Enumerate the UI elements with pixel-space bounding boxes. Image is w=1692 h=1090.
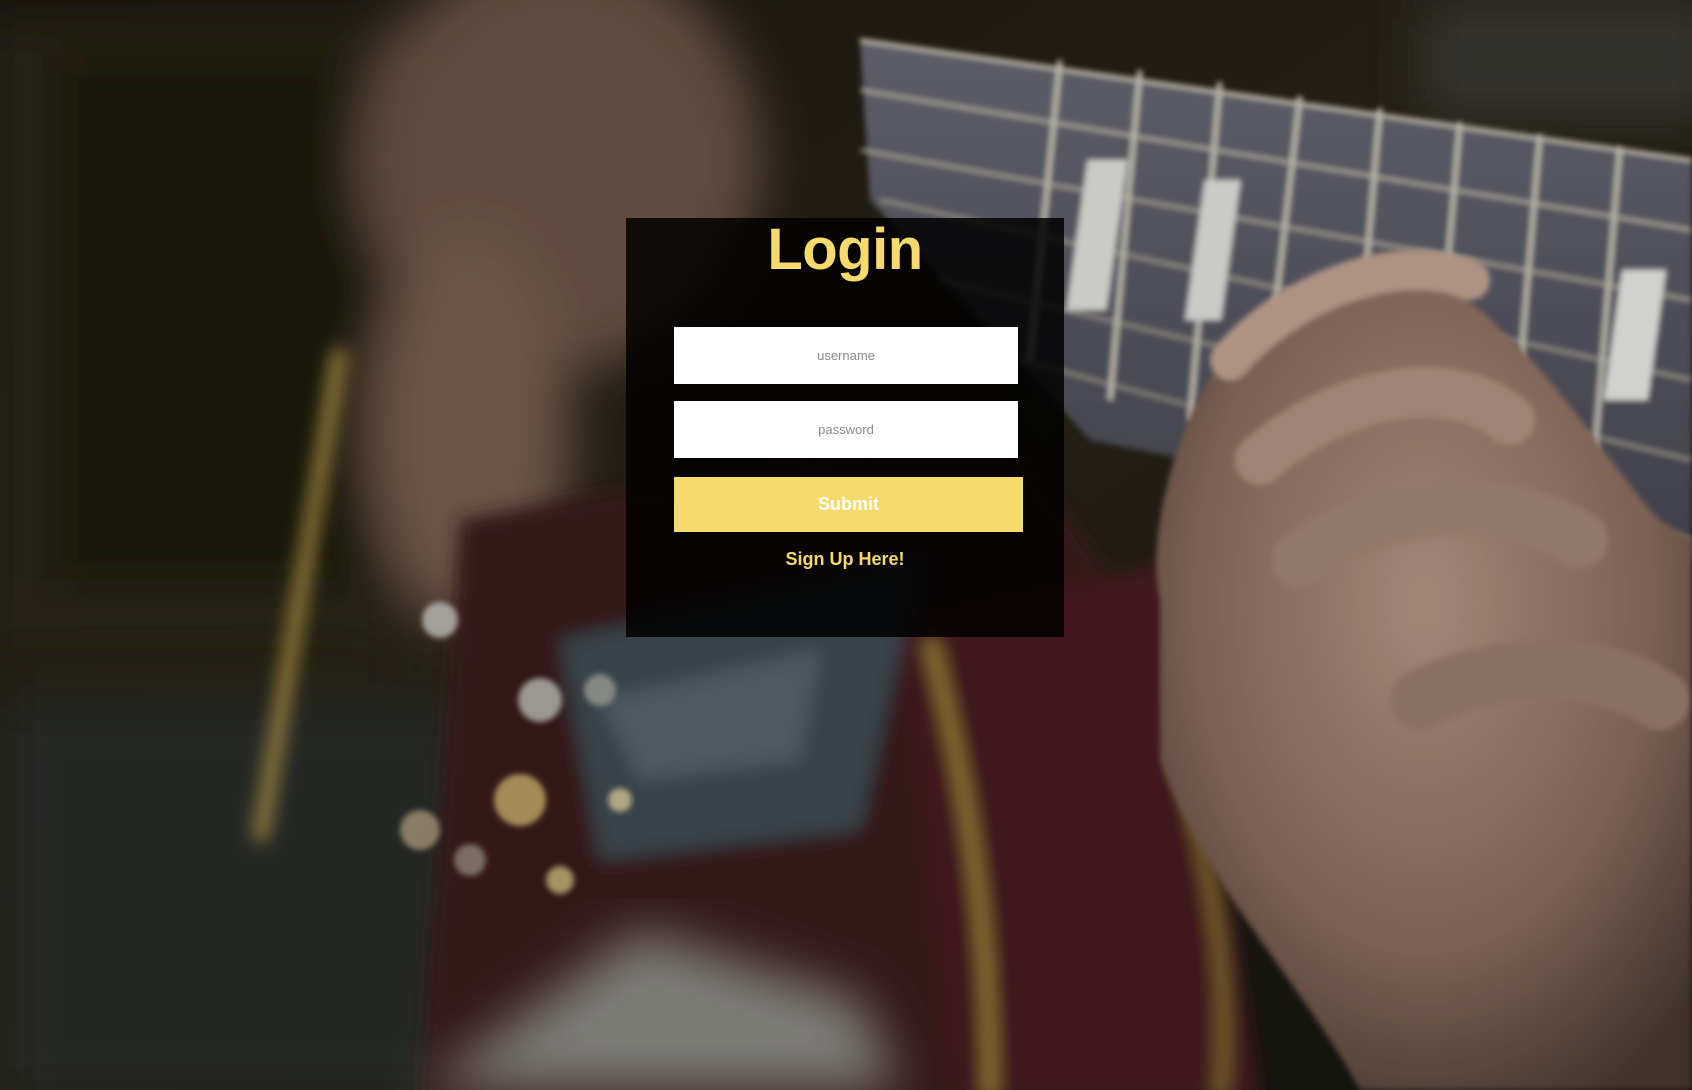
password-input[interactable]	[674, 401, 1018, 458]
sign-up-link[interactable]: Sign Up Here!	[626, 548, 1064, 570]
submit-button[interactable]: Submit	[674, 477, 1023, 532]
page: Login Submit Sign Up Here!	[0, 0, 1692, 1090]
username-input[interactable]	[674, 327, 1018, 384]
login-title: Login	[767, 217, 923, 282]
login-panel: Login Submit Sign Up Here!	[626, 218, 1064, 637]
